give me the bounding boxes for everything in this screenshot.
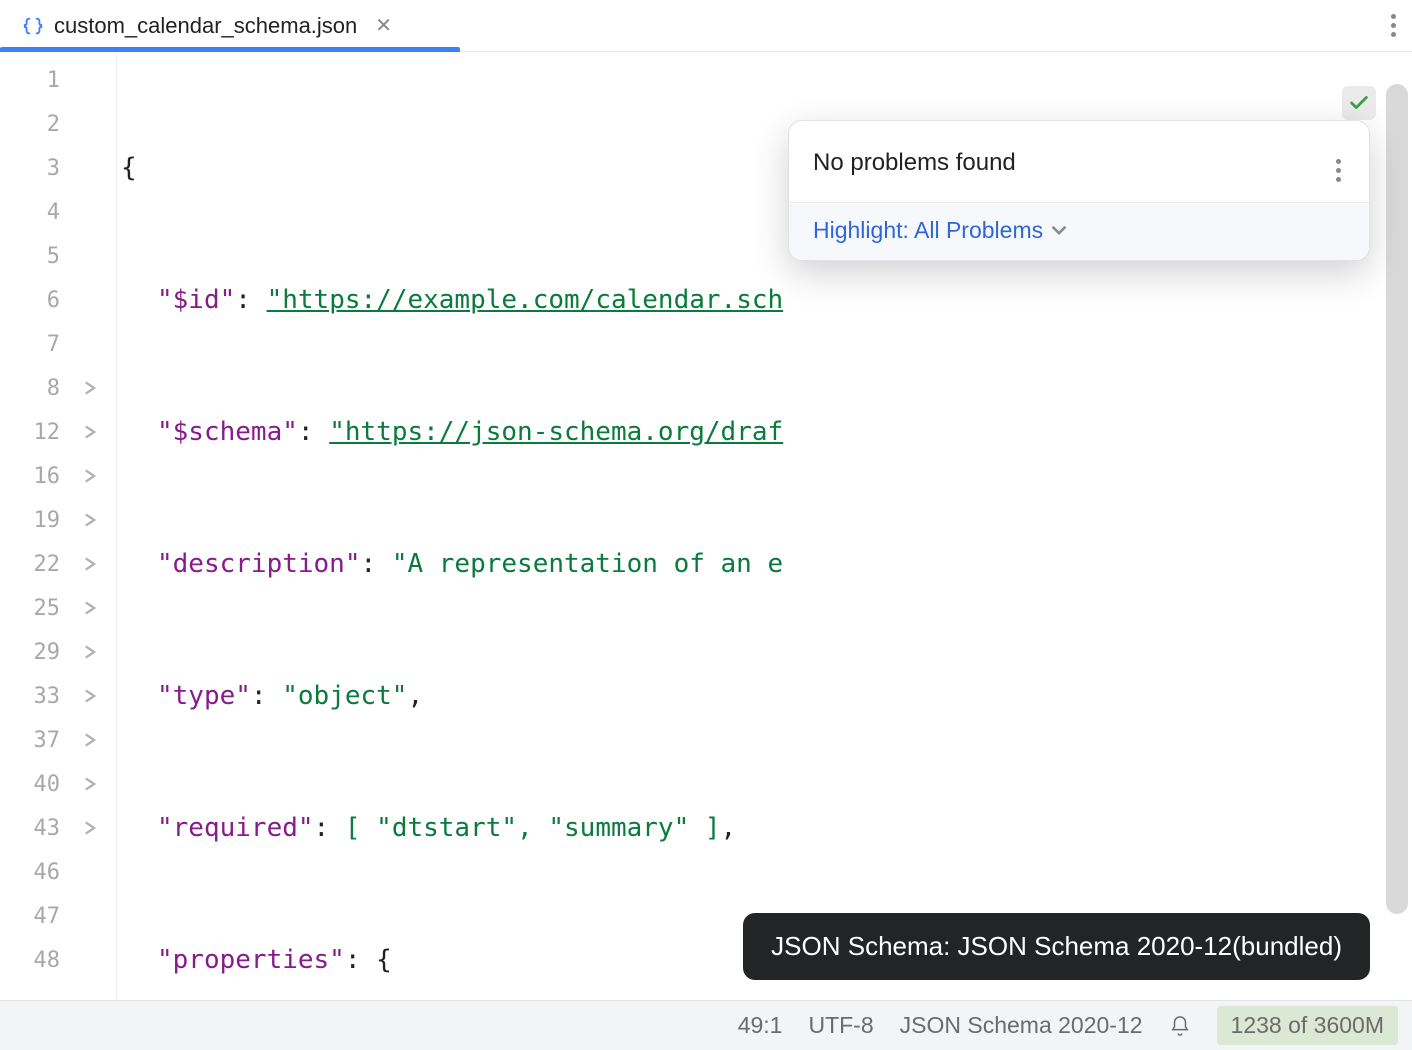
line-number: 22 (30, 552, 60, 577)
line-number: 4 (30, 200, 60, 225)
line-number: 19 (30, 508, 60, 533)
line-number: 33 (30, 684, 60, 709)
fold-toggle[interactable] (82, 689, 98, 703)
fold-toggle[interactable] (82, 777, 98, 791)
url-link[interactable]: "https://json-schema.org/draf (329, 417, 783, 447)
line-number: 25 (30, 596, 60, 621)
fold-toggle[interactable] (82, 469, 98, 483)
file-tab[interactable]: custom_calendar_schema.json ✕ (0, 0, 418, 51)
line-number: 7 (30, 332, 60, 357)
kebab-icon (1336, 159, 1341, 182)
line-number: 40 (30, 772, 60, 797)
fold-toggle[interactable] (82, 381, 98, 395)
fold-toggle[interactable] (82, 645, 98, 659)
memory-indicator[interactable]: 1238 of 3600M (1217, 1006, 1398, 1045)
status-bar: 49:1 UTF-8 JSON Schema 2020-12 1238 of 3… (0, 1000, 1412, 1050)
caret-position[interactable]: 49:1 (738, 1012, 783, 1039)
fold-toggle[interactable] (82, 425, 98, 439)
line-number: 46 (30, 860, 60, 885)
line-number: 1 (30, 68, 60, 93)
gutter: 1 2 3 4 5 6 7 8 12 16 19 22 25 29 33 37 … (0, 52, 117, 1000)
fold-toggle[interactable] (82, 557, 98, 571)
fold-toggle[interactable] (82, 601, 98, 615)
tab-options-menu[interactable] (1375, 0, 1412, 51)
vertical-scrollbar[interactable] (1386, 84, 1408, 914)
close-tab-icon[interactable]: ✕ (367, 13, 400, 38)
line-number: 37 (30, 728, 60, 753)
line-number: 8 (30, 376, 60, 401)
tab-bar: custom_calendar_schema.json ✕ (0, 0, 1412, 52)
notifications-button[interactable] (1169, 1015, 1191, 1037)
check-icon (1348, 92, 1370, 114)
tab-filename: custom_calendar_schema.json (54, 13, 357, 39)
line-number: 43 (30, 816, 60, 841)
problems-title: No problems found (813, 149, 1016, 177)
fold-toggle[interactable] (82, 733, 98, 747)
json-file-icon (22, 15, 44, 37)
line-number: 6 (30, 288, 60, 313)
fold-toggle[interactable] (82, 513, 98, 527)
chevron-down-icon (1051, 217, 1067, 244)
inspection-indicator[interactable] (1342, 86, 1376, 120)
fold-toggle[interactable] (82, 821, 98, 835)
line-number: 48 (30, 948, 60, 973)
line-number: 5 (30, 244, 60, 269)
highlight-level-selector[interactable]: Highlight: All Problems (789, 202, 1369, 260)
line-number: 16 (30, 464, 60, 489)
url-link[interactable]: "https://example.com/calendar.sch (267, 285, 784, 315)
line-number: 29 (30, 640, 60, 665)
file-encoding[interactable]: UTF-8 (808, 1012, 873, 1039)
line-number: 2 (30, 112, 60, 137)
problems-popup: No problems found Highlight: All Problem… (788, 120, 1370, 261)
line-number: 47 (30, 904, 60, 929)
highlight-label: Highlight: All Problems (813, 217, 1043, 244)
line-number: 12 (30, 420, 60, 445)
scrollbar-thumb[interactable] (1386, 84, 1408, 914)
line-number: 3 (30, 156, 60, 181)
json-schema-widget[interactable]: JSON Schema 2020-12 (900, 1012, 1143, 1039)
schema-tooltip: JSON Schema: JSON Schema 2020-12(bundled… (743, 913, 1370, 980)
kebab-icon (1391, 14, 1396, 37)
bell-icon (1169, 1015, 1191, 1037)
problems-options-menu[interactable] (1330, 139, 1347, 186)
